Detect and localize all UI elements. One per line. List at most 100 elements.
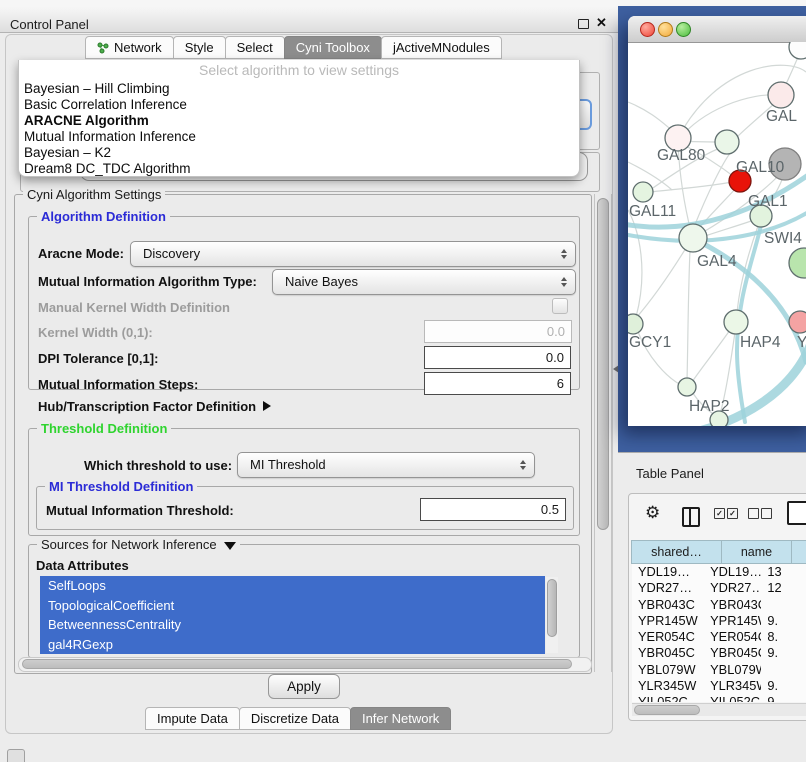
mi-threshold-label: Mutual Information Threshold: bbox=[46, 503, 234, 518]
table-cell: 9. bbox=[761, 678, 806, 694]
table-scrollbar-thumb[interactable] bbox=[634, 705, 700, 715]
attributes-scrollbar-thumb[interactable] bbox=[547, 579, 557, 637]
tab-select[interactable]: Select bbox=[225, 36, 285, 59]
table-row[interactable]: YIL052CYIL052C9 bbox=[632, 694, 806, 702]
node-label: Y bbox=[797, 334, 806, 351]
node-label: GAL4 bbox=[697, 253, 737, 270]
dpi-tolerance-field[interactable]: 0.0 bbox=[424, 346, 571, 369]
table-row[interactable]: YDL19…YDL19…13 bbox=[632, 564, 806, 580]
node-HAP4[interactable] bbox=[724, 310, 748, 334]
column-header[interactable]: name bbox=[721, 540, 792, 564]
table-cell: YDL19… bbox=[632, 564, 704, 580]
table-cell: YLR345W bbox=[704, 678, 761, 694]
close-icon[interactable]: ✕ bbox=[596, 15, 607, 31]
checked-checkbox-icon[interactable]: ✓ bbox=[714, 508, 725, 519]
node-pink-right[interactable] bbox=[789, 311, 806, 333]
node[interactable] bbox=[789, 42, 806, 59]
float-window-icon[interactable] bbox=[578, 19, 589, 29]
table-cell: 8. bbox=[761, 629, 806, 645]
algorithm-definition-legend: Algorithm Definition bbox=[37, 209, 170, 224]
dropdown-item[interactable]: Bayesian – K2 bbox=[19, 145, 579, 161]
mi-type-combo[interactable]: Naive Bayes bbox=[272, 269, 576, 295]
tab-discretize-data[interactable]: Discretize Data bbox=[239, 707, 351, 730]
tab-infer-network[interactable]: Infer Network bbox=[350, 707, 451, 730]
horizontal-scrollbar-thumb[interactable] bbox=[22, 659, 572, 669]
attributes-list-scrollbar[interactable] bbox=[546, 577, 558, 653]
hub-definition-expander[interactable]: Hub/Transcription Factor Definition bbox=[38, 399, 271, 414]
tab-cyni-toolbox[interactable]: Cyni Toolbox bbox=[284, 36, 382, 59]
node-GAL10[interactable] bbox=[715, 130, 739, 154]
dropdown-item[interactable]: Mutual Information Inference bbox=[19, 129, 579, 145]
aracne-mode-combo[interactable]: Discovery bbox=[130, 241, 576, 267]
columns-icon[interactable] bbox=[682, 507, 700, 527]
unchecked-checkbox-icon[interactable] bbox=[748, 508, 759, 519]
aracne-mode-value: Discovery bbox=[143, 246, 200, 261]
node-label: HAP2 bbox=[689, 398, 730, 415]
tab-style[interactable]: Style bbox=[173, 36, 226, 59]
table-horizontal-scrollbar[interactable] bbox=[632, 703, 806, 716]
table-row[interactable]: YDR27…YDR27…12 bbox=[632, 580, 806, 596]
column-header[interactable]: A bbox=[791, 540, 806, 564]
unchecked-checkbox-icon[interactable] bbox=[761, 508, 772, 519]
network-graph-canvas[interactable]: GALGAL80GAL10GAL1GAL11SWI4GAL4GCY1HAP4YH… bbox=[628, 42, 806, 426]
combo-arrows-icon bbox=[561, 277, 567, 287]
zoom-traffic-light[interactable] bbox=[676, 22, 691, 37]
attribute-item[interactable]: TopologicalCoefficient bbox=[40, 596, 545, 616]
settings-vertical-scrollbar[interactable] bbox=[594, 194, 612, 672]
sources-legend[interactable]: Sources for Network Inference bbox=[37, 537, 240, 552]
mi-steps-field[interactable]: 6 bbox=[424, 372, 571, 395]
table-cell: 9. bbox=[761, 645, 806, 661]
table-row[interactable]: YLR345WYLR345W9. bbox=[632, 678, 806, 694]
tab-label: Infer Network bbox=[362, 711, 439, 726]
cyni-algorithm-settings-legend: Cyni Algorithm Settings bbox=[23, 187, 165, 202]
tab-network[interactable]: Network bbox=[85, 36, 174, 59]
table-cell: 9. bbox=[761, 613, 806, 629]
node-label: HAP4 bbox=[740, 334, 781, 351]
dropdown-item[interactable]: Bayesian – Hill Climbing bbox=[19, 81, 579, 97]
node-gal-pink[interactable] bbox=[768, 82, 794, 108]
expander-arrow-icon bbox=[263, 401, 271, 411]
table-row[interactable]: YER054CYER054C8. bbox=[632, 629, 806, 645]
node-label: GAL10 bbox=[736, 159, 785, 176]
dropdown-item[interactable]: Dream8 DC_TDC Algorithm bbox=[19, 161, 579, 177]
attribute-item[interactable]: BetweennessCentrality bbox=[40, 615, 545, 635]
dropdown-item[interactable]: ARACNE Algorithm bbox=[19, 113, 579, 129]
network-edge bbox=[628, 102, 673, 131]
dropdown-item[interactable]: Basic Correlation Inference bbox=[19, 97, 579, 113]
node-label: GAL1 bbox=[748, 193, 788, 210]
node-HAP2[interactable] bbox=[678, 378, 696, 396]
network-window-titlebar[interactable] bbox=[628, 16, 806, 43]
table-row[interactable]: YPR145WYPR145W9. bbox=[632, 613, 806, 629]
table-row[interactable]: YBL079WYBL079W bbox=[632, 662, 806, 678]
kernel-width-field[interactable]: 0.0 bbox=[424, 320, 572, 343]
node-GCY1[interactable] bbox=[628, 314, 643, 334]
node-GAL11[interactable] bbox=[633, 182, 653, 202]
checked-checkbox-icon[interactable]: ✓ bbox=[727, 508, 738, 519]
manual-kernel-label: Manual Kernel Width Definition bbox=[38, 300, 230, 315]
settings-scrollbar-thumb[interactable] bbox=[597, 198, 609, 530]
tab-jactivemnodules[interactable]: jActiveMNodules bbox=[381, 36, 502, 59]
collapsed-panel-icon[interactable] bbox=[7, 749, 25, 762]
gear-icon[interactable]: ⚙ bbox=[645, 503, 660, 523]
tab-impute-data[interactable]: Impute Data bbox=[145, 707, 240, 730]
column-header[interactable]: shared… bbox=[631, 540, 722, 564]
table-cell: YBR043C bbox=[704, 597, 761, 613]
attribute-item[interactable]: SelfLoops bbox=[40, 576, 545, 596]
settings-horizontal-scrollbar[interactable] bbox=[18, 657, 592, 672]
manual-kernel-checkbox[interactable] bbox=[552, 298, 568, 314]
mi-threshold-field[interactable]: 0.5 bbox=[420, 498, 566, 521]
table-row[interactable]: YBR043CYBR043C bbox=[632, 597, 806, 613]
table-rows: YDL19…YDL19…13YDR27…YDR27…12YBR043CYBR04… bbox=[632, 564, 806, 702]
table-row[interactable]: YBR045CYBR045C9. bbox=[632, 645, 806, 661]
table-panel-region: Table Panel ⚙ ✓ ✓ shared…nameA YDL19…YDL… bbox=[618, 452, 806, 762]
apply-button[interactable]: Apply bbox=[268, 674, 340, 699]
close-traffic-light[interactable] bbox=[640, 22, 655, 37]
which-threshold-label: Which threshold to use: bbox=[84, 458, 232, 473]
node-green-large[interactable] bbox=[789, 248, 806, 278]
dpi-tolerance-label: DPI Tolerance [0,1]: bbox=[38, 351, 158, 366]
node-GAL4[interactable] bbox=[679, 224, 707, 252]
which-threshold-combo[interactable]: MI Threshold bbox=[237, 452, 535, 478]
document-icon[interactable] bbox=[787, 501, 806, 525]
minimize-traffic-light[interactable] bbox=[658, 22, 673, 37]
attribute-item[interactable]: gal4RGexp bbox=[40, 635, 545, 655]
